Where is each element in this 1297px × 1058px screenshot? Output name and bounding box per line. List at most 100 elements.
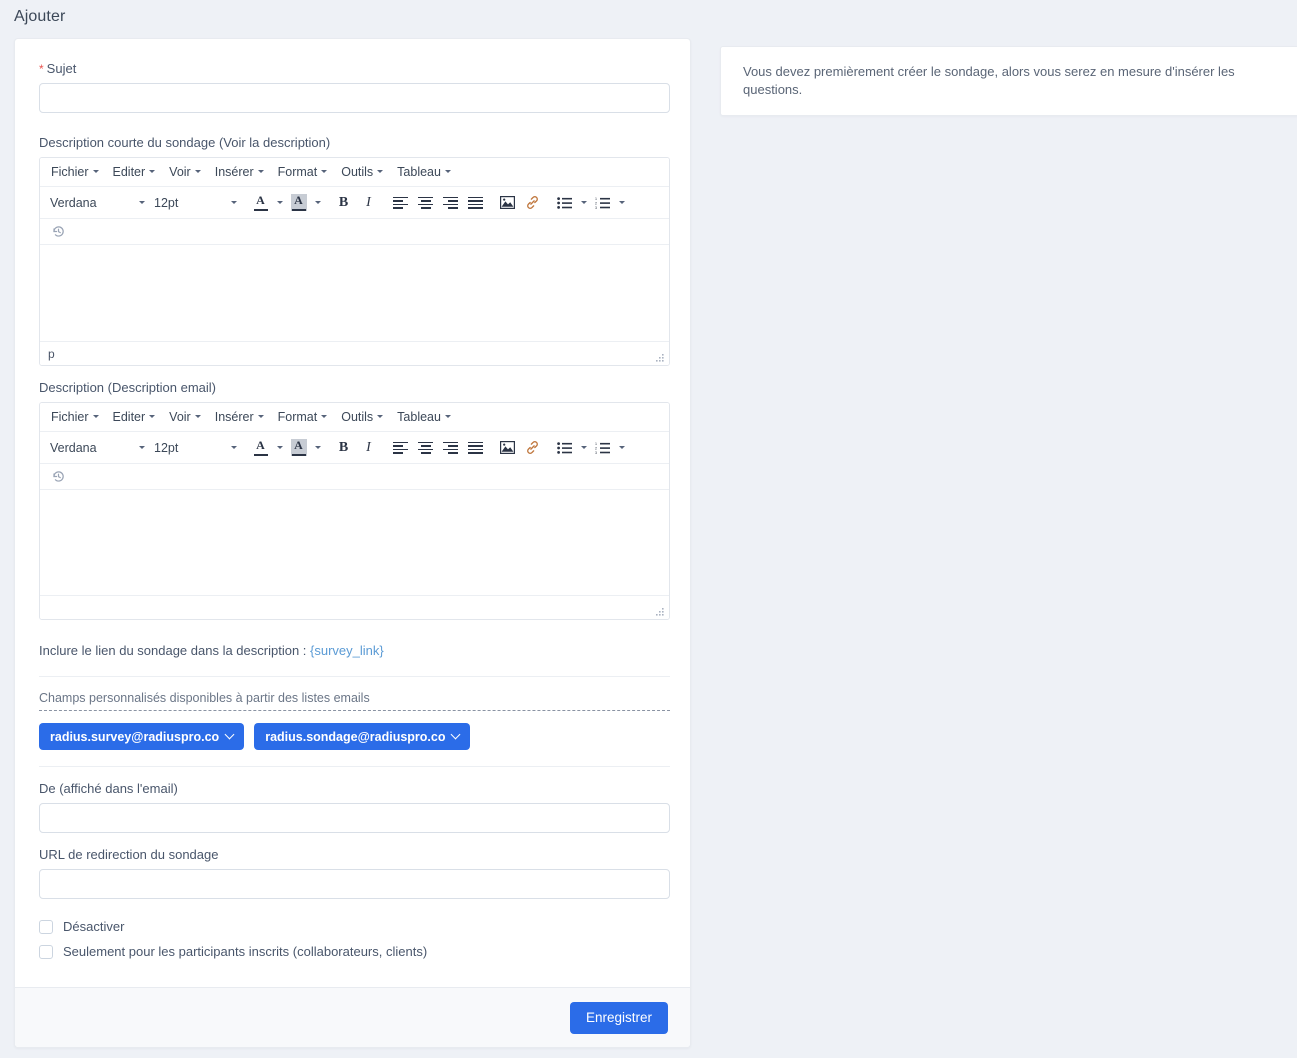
restore-draft-icon[interactable] — [47, 465, 70, 488]
menu-tableau-label: Tableau — [397, 409, 441, 424]
registered-only-checkbox[interactable] — [39, 944, 53, 959]
numbered-list-dropdown-icon[interactable] — [615, 436, 628, 459]
background-color-dropdown-icon[interactable] — [311, 436, 324, 459]
menu-voir-label: Voir — [169, 164, 191, 179]
bold-icon[interactable]: B — [332, 191, 355, 214]
insert-image-icon[interactable] — [496, 436, 519, 459]
background-color-dropdown-icon[interactable] — [311, 191, 324, 214]
menu-inserer[interactable]: Insérer — [208, 162, 271, 183]
font-family-select[interactable]: Verdana — [45, 192, 149, 214]
questions-info-note: Vous devez premièrement créer le sondage… — [743, 64, 1235, 97]
menu-format-label: Format — [277, 409, 318, 424]
background-color-glyph: A — [294, 438, 303, 452]
survey-link-token[interactable]: {survey_link} — [310, 643, 384, 658]
svg-text:1: 1 — [595, 197, 597, 201]
menu-format[interactable]: Format — [271, 162, 335, 183]
svg-text:1: 1 — [595, 442, 597, 446]
short-description-editor[interactable]: Fichier Editer Voir Insérer Format Outil… — [39, 157, 670, 366]
menu-outils-label: Outils — [341, 409, 374, 424]
font-family-select[interactable]: Verdana — [45, 437, 149, 459]
italic-icon[interactable]: I — [357, 436, 380, 459]
align-justify-icon[interactable] — [464, 191, 487, 214]
editor1-content-area[interactable] — [40, 245, 669, 341]
menu-format-label: Format — [277, 164, 318, 179]
align-center-icon[interactable] — [414, 436, 437, 459]
resize-grip-icon[interactable] — [655, 352, 664, 362]
bullet-list-dropdown-icon[interactable] — [577, 191, 590, 214]
font-size-select[interactable]: 12pt — [149, 192, 241, 214]
background-color-icon[interactable]: A — [287, 436, 310, 459]
editor2-statusbar — [40, 595, 669, 619]
numbered-list-icon[interactable]: 1 2 3 — [591, 436, 614, 459]
menu-editer[interactable]: Editer — [106, 162, 163, 183]
align-center-icon[interactable] — [414, 191, 437, 214]
app-root: Ajouter * Sujet Description courte du son… — [0, 0, 1297, 1058]
menu-outils[interactable]: Outils — [334, 162, 390, 183]
chevron-down-icon — [92, 169, 99, 173]
align-justify-icon[interactable] — [464, 436, 487, 459]
save-button[interactable]: Enregistrer — [569, 1001, 668, 1034]
menu-format[interactable]: Format — [271, 407, 335, 428]
insert-link-icon[interactable] — [521, 436, 544, 459]
menu-voir[interactable]: Voir — [162, 162, 208, 183]
menu-outils[interactable]: Outils — [334, 407, 390, 428]
text-color-icon[interactable]: A — [249, 191, 272, 214]
insert-link-icon[interactable] — [521, 191, 544, 214]
menu-fichier[interactable]: Fichier — [44, 407, 106, 428]
checkbox-row-registered-only[interactable]: Seulement pour les participants inscrits… — [39, 944, 666, 959]
menu-editer-label: Editer — [112, 164, 146, 179]
redirect-url-label: URL de redirection du sondage — [39, 847, 219, 862]
editor2-content-area[interactable] — [40, 490, 669, 595]
numbered-list-icon[interactable]: 1 2 3 — [591, 191, 614, 214]
chevron-down-icon — [257, 414, 264, 418]
text-color-icon[interactable]: A — [249, 436, 272, 459]
custom-fields-label: Champs personnalisés disponibles à parti… — [39, 691, 670, 711]
disable-checkbox[interactable] — [39, 919, 53, 934]
menu-fichier[interactable]: Fichier — [44, 162, 106, 183]
editor2-menubar: Fichier Editer Voir Insérer Format Outil… — [40, 403, 669, 432]
required-asterisk-icon: * — [39, 62, 44, 76]
menu-tableau[interactable]: Tableau — [390, 407, 458, 428]
text-color-dropdown-icon[interactable] — [273, 191, 286, 214]
chevron-down-icon — [231, 201, 237, 204]
menu-outils-label: Outils — [341, 164, 374, 179]
chevron-down-icon — [377, 169, 384, 173]
custom-field-chip-survey-label: radius.survey@radiuspro.co — [50, 729, 220, 744]
italic-icon[interactable]: I — [357, 191, 380, 214]
menu-voir-label: Voir — [169, 409, 191, 424]
restore-draft-icon[interactable] — [47, 220, 70, 243]
align-right-icon[interactable] — [439, 191, 462, 214]
chevron-down-icon — [321, 169, 328, 173]
menu-tableau[interactable]: Tableau — [390, 162, 458, 183]
redirect-url-input[interactable] — [39, 869, 670, 899]
menu-inserer-label: Insérer — [214, 409, 254, 424]
editor2-toolbar-row3 — [40, 464, 669, 490]
font-size-select[interactable]: 12pt — [149, 437, 241, 459]
email-description-editor[interactable]: Fichier Editer Voir Insérer Format Outil… — [39, 402, 670, 620]
from-input[interactable] — [39, 803, 670, 833]
bullet-list-dropdown-icon[interactable] — [577, 436, 590, 459]
bullet-list-icon[interactable] — [553, 191, 576, 214]
svg-text:2: 2 — [595, 446, 597, 450]
background-color-icon[interactable]: A — [287, 191, 310, 214]
menu-editer[interactable]: Editer — [106, 407, 163, 428]
numbered-list-dropdown-icon[interactable] — [615, 191, 628, 214]
text-color-dropdown-icon[interactable] — [273, 436, 286, 459]
chevron-down-icon — [377, 414, 384, 418]
menu-voir[interactable]: Voir — [162, 407, 208, 428]
bold-icon[interactable]: B — [332, 436, 355, 459]
resize-grip-icon[interactable] — [655, 606, 664, 616]
align-left-icon[interactable] — [389, 436, 412, 459]
custom-field-chip-sondage[interactable]: radius.sondage@radiuspro.co — [254, 723, 471, 750]
chevron-down-icon — [139, 446, 145, 449]
custom-field-chip-survey[interactable]: radius.survey@radiuspro.co — [39, 723, 245, 750]
align-right-icon[interactable] — [439, 436, 462, 459]
insert-image-icon[interactable] — [496, 191, 519, 214]
menu-inserer[interactable]: Insérer — [208, 407, 271, 428]
subject-input[interactable] — [39, 83, 670, 113]
checkbox-row-disable[interactable]: Désactiver — [39, 919, 666, 934]
bullet-list-icon[interactable] — [553, 436, 576, 459]
subject-label: * Sujet — [39, 61, 666, 77]
align-left-icon[interactable] — [389, 191, 412, 214]
chevron-down-icon — [194, 414, 201, 418]
